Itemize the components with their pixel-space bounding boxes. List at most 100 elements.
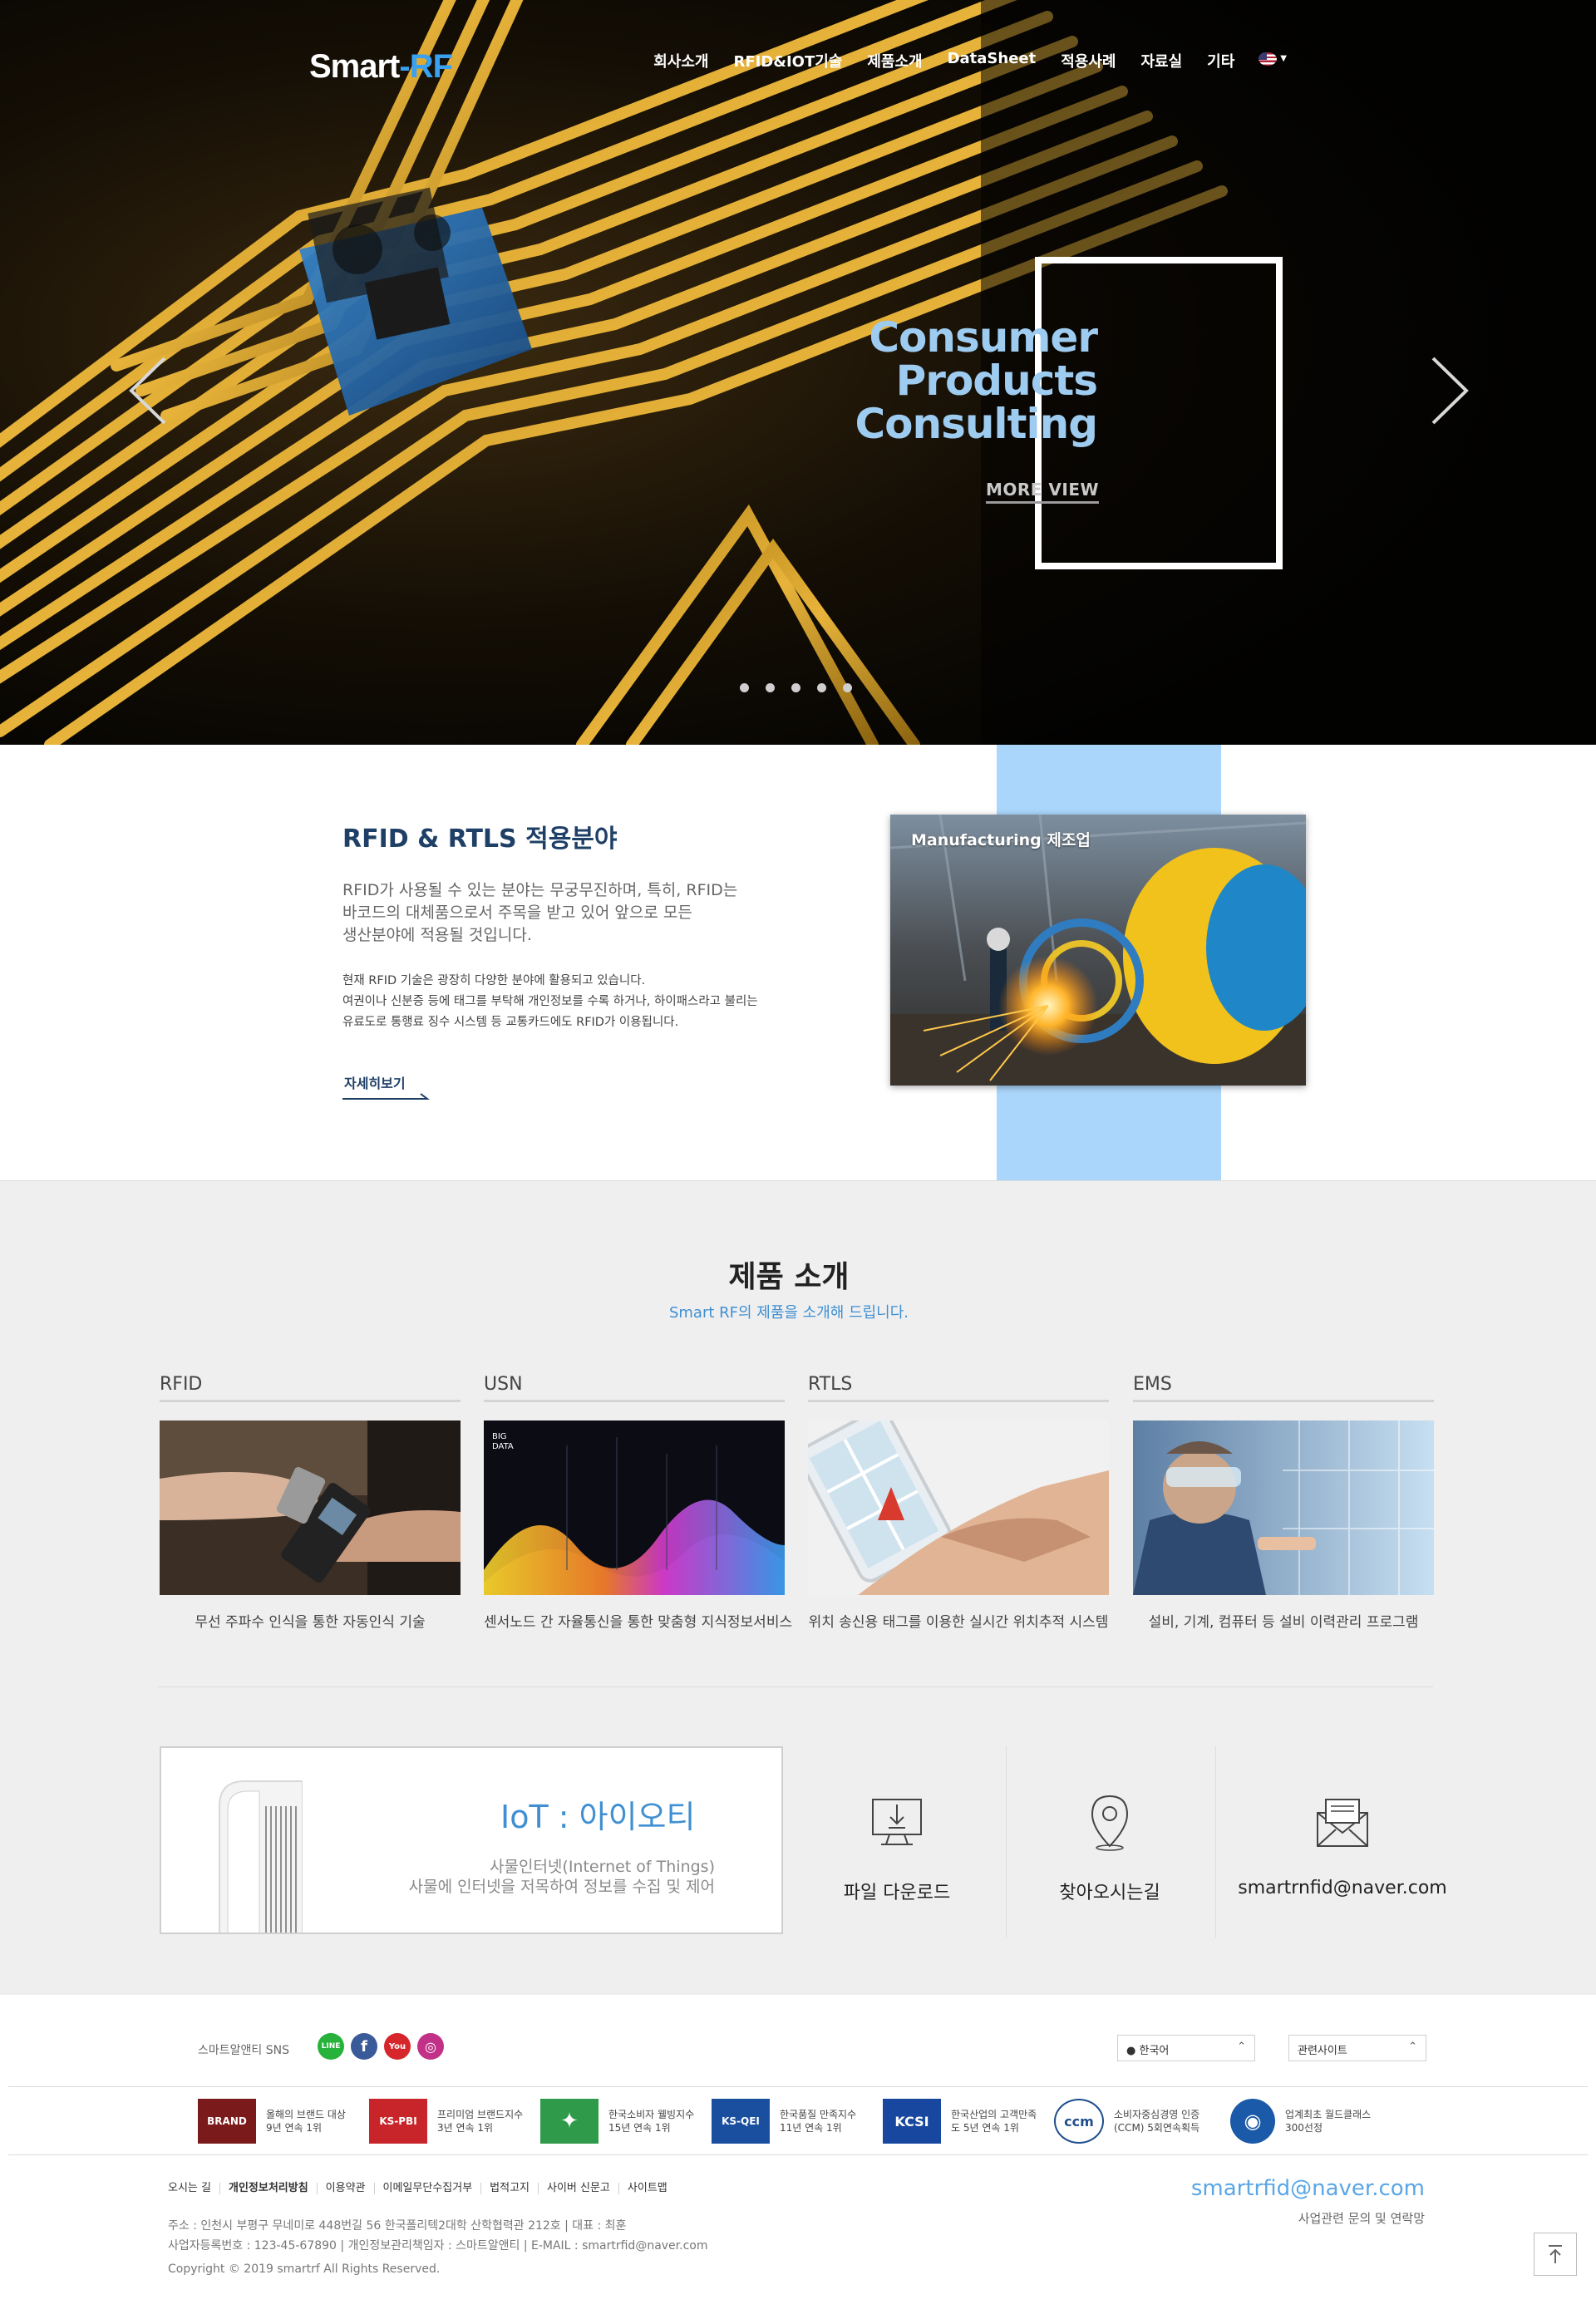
nav-datasheet[interactable]: DataSheet	[935, 50, 1049, 71]
nav-products[interactable]: 제품소개	[855, 50, 934, 71]
location-pin-icon	[1091, 1795, 1129, 1851]
quick-link-email[interactable]: smartrnfid@naver.com	[1222, 1746, 1463, 1937]
usn-overlay-line-1: BIG	[492, 1432, 507, 1441]
main-navigation: 회사소개 RFID&IOT기술 제품소개 DataSheet 적용사례 자료실 …	[641, 50, 1287, 71]
products-subtitle: Smart RF의 제품을 소개해 드립니다.	[668, 1304, 909, 1322]
us-flag-icon[interactable]	[1259, 52, 1278, 66]
scroll-to-top-button[interactable]	[1534, 2233, 1577, 2276]
ccm-award-logo: ccm	[1054, 2099, 1104, 2144]
product-card-rfid[interactable]: RFID 무선 주파수 인식을 통한 자동인식 기술	[160, 1374, 461, 1631]
footer-divider	[8, 2154, 1588, 2155]
site-footer: 스마트알앤티 SNS LINE f You ◎ ● 한국어 ⌃ 관련사이트 ⌃ …	[0, 1995, 1596, 2324]
details-link[interactable]: 자세히보기	[344, 1072, 406, 1092]
award-line-2: 3년 연속 1위	[437, 2122, 494, 2134]
hero-title-line-2: Products	[895, 357, 1098, 405]
award-line-1: 업계최초 월드클래스	[1285, 2109, 1372, 2120]
related-sites-select[interactable]: 관련사이트 ⌃	[1288, 2035, 1426, 2061]
worldclass-award-logo: ◉	[1230, 2099, 1275, 2144]
logo-text: Smart	[309, 48, 400, 85]
product-name: RTLS	[808, 1374, 1109, 1402]
nav-resources[interactable]: 자료실	[1128, 50, 1195, 71]
slide-dot-2[interactable]	[766, 683, 775, 692]
slide-dot-5[interactable]	[843, 683, 852, 692]
mail-icon	[1317, 1799, 1368, 1847]
manufacturing-photo: Manufacturing 제조업	[890, 815, 1306, 1086]
copyright: Copyright © 2019 smartrf All Rights Rese…	[168, 2262, 441, 2276]
footer-navigation: 오시는 길 개인정보처리방침 이용약관 이메일무단수집거부 법적고지 사이버 신…	[168, 2183, 676, 2194]
chevron-up-icon: ⌃	[1408, 2041, 1417, 2053]
air-purifier-image	[219, 1780, 303, 1933]
youtube-icon[interactable]: You	[384, 2033, 411, 2060]
usn-overlay-text: BIG DATA	[492, 1432, 514, 1452]
company-registration: 사업자등록번호 : 123-45-67890 | 개인정보관리책임자 : 스마트…	[168, 2239, 708, 2253]
footer-link-legal[interactable]: 법적고지	[480, 2183, 538, 2194]
hero-more-view-link[interactable]: MORE VIEW	[986, 480, 1100, 504]
hero-title: Consumer Products Consulting	[855, 313, 1098, 446]
slide-dot-1[interactable]	[740, 683, 749, 692]
product-name: USN	[484, 1374, 785, 1402]
product-card-rtls[interactable]: RTLS 위치 송신용 태그를 이용한 실시간 위치추적 시스템	[808, 1374, 1109, 1631]
quick-link-directions[interactable]: 찾아오시는길	[1012, 1746, 1207, 1937]
body-line-2: 여권이나 신분증 등에 태그를 부탁해 개인정보를 수록 하거나, 하이패스라고…	[342, 995, 758, 1008]
product-image-usn	[484, 1420, 785, 1595]
footer-link-sitemap[interactable]: 사이트맵	[618, 2183, 676, 2194]
product-desc: 센서노드 간 자율통신을 통한 맞춤형 지식정보서비스	[484, 1614, 793, 1631]
kspbi-award-logo: KS-PBI	[369, 2099, 427, 2144]
product-card-usn[interactable]: USN BIG DATA 센서노드 간 자율통신을 통한 맞춤형 지식정보서비스	[484, 1374, 793, 1631]
slider-pagination	[740, 683, 852, 692]
award-line-2: 도 5년 연속 1위	[951, 2122, 1019, 2134]
quick-divider	[1215, 1746, 1216, 1937]
award-line-1: 한국품질 만족지수	[780, 2109, 857, 2120]
award-text: 올해의 브랜드 대상 9년 연속 1위	[266, 2108, 346, 2134]
hero-slider: Smart-RF 회사소개 RFID&IOT기술 제품소개 DataSheet …	[0, 0, 1596, 745]
language-select[interactable]: ● 한국어 ⌃	[1117, 2035, 1255, 2061]
footer-link-privacy[interactable]: 개인정보처리방침	[219, 2183, 317, 2194]
section-lead: RFID가 사용될 수 있는 분야는 무궁무진하며, 특히, RFID는 바코드…	[342, 879, 775, 947]
chevron-right-icon[interactable]	[1423, 353, 1473, 428]
slide-dot-3[interactable]	[791, 683, 800, 692]
nav-rfid-iot[interactable]: RFID&IOT기술	[721, 50, 855, 71]
logo-accent: RF	[409, 48, 453, 85]
nav-cases[interactable]: 적용사례	[1048, 50, 1128, 71]
iot-desc-line-2: 사물에 인터넷을 저목하여 정보를 수집 및 제어	[408, 1878, 715, 1896]
product-card-ems[interactable]: EMS 설비, 기계, 컴퓨터 등 설비 이력관리 프로그램	[1133, 1374, 1434, 1631]
lead-line-3: 생산분야에 적용될 것입니다.	[342, 926, 532, 944]
product-name: RFID	[160, 1374, 461, 1402]
product-desc: 무선 주파수 인식을 통한 자동인식 기술	[195, 1614, 426, 1631]
chevron-up-icon: ⌃	[1237, 2041, 1246, 2053]
footer-link-directions[interactable]: 오시는 길	[168, 2183, 219, 2194]
footer-link-terms[interactable]: 이용약관	[316, 2183, 374, 2194]
language-caret-icon[interactable]: ▼	[1280, 54, 1287, 71]
footer-link-cyber-petition[interactable]: 사이버 신문고	[538, 2183, 618, 2194]
instagram-icon[interactable]: ◎	[417, 2033, 444, 2060]
award-line-2: 9년 연속 1위	[266, 2122, 323, 2134]
lead-line-1: RFID가 사용될 수 있는 분야는 무궁무진하며, 특히, RFID는	[342, 881, 738, 899]
chevron-left-icon[interactable]	[125, 353, 175, 428]
slide-dot-4[interactable]	[817, 683, 826, 692]
products-title: 제품 소개	[728, 1260, 850, 1294]
award-text: 소비자중심경영 인증 (CCM) 5회연속획득	[1114, 2108, 1199, 2134]
footer-link-email-policy[interactable]: 이메일무단수집거부	[373, 2183, 481, 2194]
site-logo[interactable]: Smart-RF	[309, 48, 453, 86]
kcsi-award-logo: KCSI	[883, 2099, 941, 2144]
award-text: 한국산업의 고객만족 도 5년 연속 1위	[951, 2108, 1037, 2134]
nav-company[interactable]: 회사소개	[641, 50, 721, 71]
quick-link-download[interactable]: 파일 다운로드	[800, 1746, 994, 1937]
contact-email[interactable]: smartrfid@naver.com	[1191, 2176, 1425, 2201]
award-item: ✦ 한국소비자 웰빙지수 15년 연속 1위	[540, 2098, 694, 2144]
product-image-ems	[1133, 1420, 1434, 1595]
product-image-rtls	[808, 1420, 1109, 1595]
hero-title-line-1: Consumer	[869, 313, 1098, 362]
company-address: 주소 : 인천시 부평구 무네미로 448번길 56 한국폴리텍2대학 산학협력…	[168, 2219, 627, 2233]
line-icon[interactable]: LINE	[318, 2033, 344, 2060]
photo-caption: Manufacturing 제조업	[911, 831, 1091, 849]
quick-link-label: 파일 다운로드	[843, 1883, 951, 1903]
sns-label: 스마트알앤티 SNS	[198, 2044, 289, 2057]
iot-banner[interactable]: IoT : 아이오티 사물인터넷(Internet of Things) 사물에…	[160, 1746, 783, 1934]
nav-etc[interactable]: 기타	[1195, 50, 1247, 71]
award-line-1: 프리미엄 브랜드지수	[437, 2109, 524, 2120]
facebook-icon[interactable]: f	[351, 2033, 377, 2060]
contact-subtitle: 사업관련 문의 및 연락망	[1298, 2211, 1425, 2226]
arrow-up-icon	[1549, 2245, 1562, 2263]
section-title: RFID & RTLS 적용분야	[342, 825, 618, 854]
